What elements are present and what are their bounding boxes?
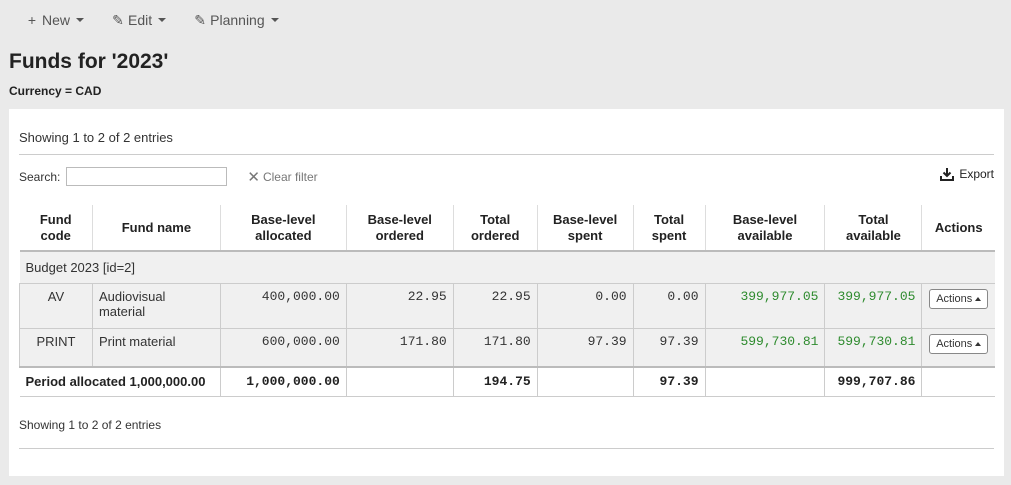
actions-label: Actions	[936, 293, 973, 305]
period-allocated-label: Period allocated 1,000,000.00	[19, 365, 221, 397]
total-available: 399,977.05	[824, 283, 923, 329]
divider	[19, 448, 994, 449]
actions-label: Actions	[936, 338, 973, 350]
actions-button[interactable]: Actions	[929, 289, 989, 309]
table-footer-row: Period allocated 1,000,000.00 1,000,000.…	[19, 365, 995, 397]
edit-label: Edit	[128, 12, 153, 28]
new-button[interactable]: + New	[18, 8, 92, 32]
column-header[interactable]: Base-level available	[705, 205, 826, 252]
search-input[interactable]	[66, 167, 228, 186]
pencil-icon: ✎	[112, 11, 124, 28]
footer-base-allocated: 1,000,000.00	[220, 365, 347, 397]
fund-name: Audiovisual material	[92, 283, 221, 329]
fund-code: AV	[19, 283, 93, 329]
base-available: 399,977.05	[705, 283, 826, 329]
export-button[interactable]: Export	[940, 167, 994, 181]
column-header[interactable]: Base-level ordered	[346, 205, 454, 252]
column-header[interactable]: Fund code	[19, 205, 93, 252]
base-allocated: 600,000.00	[220, 328, 347, 367]
fund-name: Print material	[92, 328, 221, 367]
search-label: Search:	[19, 169, 61, 184]
base-spent: 0.00	[537, 283, 634, 329]
actions-cell: Actions	[921, 283, 995, 329]
group-row: Budget 2023 [id=2]	[19, 251, 995, 284]
footer-empty	[346, 365, 454, 397]
base-allocated: 400,000.00	[220, 283, 347, 329]
search-row: Search: ✕ Clear filter	[19, 167, 318, 186]
base-ordered: 22.95	[346, 283, 454, 329]
footer-total-ordered: 194.75	[453, 365, 538, 397]
base-spent: 97.39	[537, 328, 634, 367]
total-available: 599,730.81	[824, 328, 923, 367]
toolbar: + New ✎ Edit ✎ Planning	[0, 0, 1011, 40]
clear-filter-button[interactable]: ✕ Clear filter	[247, 168, 317, 186]
caret-down-icon	[270, 18, 279, 22]
caret-down-icon	[158, 18, 167, 22]
download-icon	[940, 168, 955, 181]
currency-label: Currency = CAD	[9, 84, 102, 98]
caret-up-icon	[975, 297, 982, 302]
caret-down-icon	[76, 18, 85, 22]
actions-button[interactable]: Actions	[929, 334, 989, 354]
base-ordered: 171.80	[346, 328, 454, 367]
funds-table: Fund code Fund name Base-level allocated…	[19, 205, 995, 397]
page-title: Funds for '2023'	[9, 50, 169, 73]
column-header[interactable]: Base-level spent	[537, 205, 634, 252]
total-spent: 0.00	[633, 283, 706, 329]
edit-button[interactable]: ✎ Edit	[104, 8, 174, 33]
column-header[interactable]: Total ordered	[453, 205, 538, 252]
footer-empty	[705, 365, 826, 397]
new-label: New	[42, 12, 71, 28]
table-info-bottom: Showing 1 to 2 of 2 entries	[19, 418, 162, 432]
planning-button[interactable]: ✎ Planning	[186, 8, 287, 33]
group-label: Budget 2023 [id=2]	[19, 251, 995, 284]
column-header[interactable]: Fund name	[92, 205, 221, 252]
total-spent: 97.39	[633, 328, 706, 367]
funds-panel: Showing 1 to 2 of 2 entries Search: ✕ Cl…	[9, 109, 1004, 476]
pencil-icon: ✎	[194, 11, 206, 28]
footer-total-spent: 97.39	[633, 365, 706, 397]
table-row: AV Audiovisual material 400,000.00 22.95…	[19, 283, 995, 329]
column-header[interactable]: Base-level allocated	[220, 205, 347, 252]
footer-empty	[921, 365, 995, 397]
close-icon: ✕	[247, 168, 260, 186]
table-row: PRINT Print material 600,000.00 171.80 1…	[19, 328, 995, 367]
caret-up-icon	[975, 342, 982, 347]
table-header-row: Fund code Fund name Base-level allocated…	[19, 205, 995, 252]
divider	[19, 154, 994, 155]
actions-cell: Actions	[921, 328, 995, 367]
column-header[interactable]: Total spent	[633, 205, 706, 252]
column-header: Actions	[921, 205, 995, 252]
table-info-top: Showing 1 to 2 of 2 entries	[19, 130, 173, 145]
fund-code: PRINT	[19, 328, 93, 367]
footer-empty	[537, 365, 634, 397]
planning-label: Planning	[210, 12, 265, 28]
plus-icon: +	[27, 12, 37, 28]
footer-total-available: 999,707.86	[824, 365, 923, 397]
total-ordered: 22.95	[453, 283, 538, 329]
clear-filter-label: Clear filter	[262, 169, 318, 184]
export-label: Export	[959, 167, 994, 181]
column-header[interactable]: Total available	[824, 205, 923, 252]
total-ordered: 171.80	[453, 328, 538, 367]
base-available: 599,730.81	[705, 328, 826, 367]
